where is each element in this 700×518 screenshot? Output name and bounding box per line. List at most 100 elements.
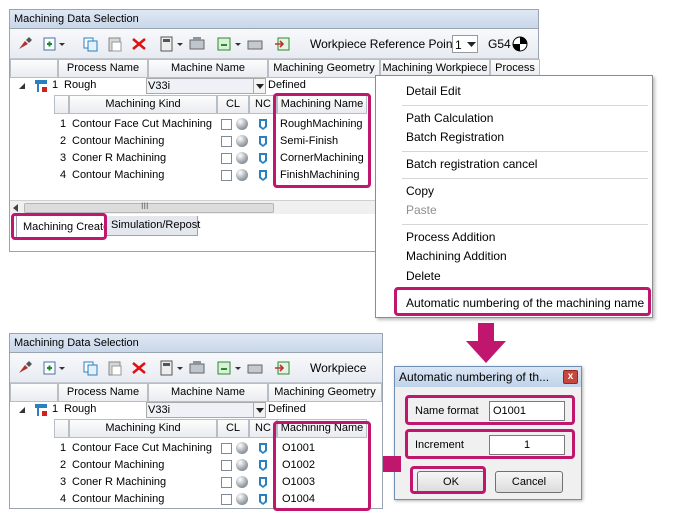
menu-separator: [402, 151, 648, 152]
process-icon: [35, 80, 47, 92]
machine-icon[interactable]: [188, 360, 206, 376]
process-row-name[interactable]: Rough: [64, 401, 96, 418]
dialog-close-button[interactable]: x: [563, 370, 578, 384]
scroll-left-icon[interactable]: [12, 204, 20, 212]
delete-icon[interactable]: [130, 36, 148, 52]
tab-simulation-repost-label: Simulation/Repost: [111, 219, 201, 231]
cl-checkbox[interactable]: [221, 460, 232, 471]
cl-checkbox[interactable]: [221, 477, 232, 488]
menu-item-batch-registration-cancel[interactable]: Batch registration cancel: [406, 157, 537, 171]
copy-icon[interactable]: [82, 360, 100, 376]
machining-kind: Contour Machining: [72, 459, 165, 471]
cl-checkbox[interactable]: [221, 119, 232, 130]
menu-item-machining-addition[interactable]: Machining Addition: [406, 249, 507, 263]
machine-icon[interactable]: [188, 36, 206, 52]
menu-item-detail-edit[interactable]: Detail Edit: [406, 84, 461, 98]
col-header-machine-name[interactable]: Machine Name: [148, 59, 268, 78]
top-toolbar: Workpiece Reference Point 1 G54: [10, 29, 538, 59]
dropdown-arrow-icon[interactable]: [176, 36, 184, 52]
cl-checkbox[interactable]: [221, 494, 232, 505]
col-header-machining-geometry[interactable]: Machining Geometry: [268, 59, 380, 78]
calculator-icon[interactable]: [158, 360, 176, 376]
workpiece-reference-select[interactable]: 1: [452, 35, 478, 53]
process-row-name[interactable]: Rough: [64, 77, 96, 94]
machine-select-value: V33i: [148, 80, 171, 92]
dropdown-arrow-icon[interactable]: [234, 360, 242, 376]
row-number: 2: [60, 135, 67, 147]
cl-checkbox[interactable]: [221, 170, 232, 181]
highlight-name-format-field: [405, 395, 575, 425]
brush-icon[interactable]: [16, 36, 34, 52]
row-number: 4: [60, 493, 67, 505]
menu-item-process-addition[interactable]: Process Addition: [406, 230, 495, 244]
collapse-arrow-icon[interactable]: [18, 82, 26, 90]
menu-item-paste[interactable]: Paste: [406, 203, 437, 217]
machine-select[interactable]: V33i: [146, 402, 266, 418]
cl-checkbox[interactable]: [221, 443, 232, 454]
dropdown-arrow-icon[interactable]: [58, 36, 66, 52]
col-header-process-name[interactable]: Process Name: [58, 59, 148, 78]
sub-header-cl[interactable]: CL: [217, 419, 249, 438]
cl-status-icon: [236, 476, 248, 488]
paste-icon[interactable]: [106, 36, 124, 52]
calculator-icon[interactable]: [158, 36, 176, 52]
highlight-machining-name-column: [273, 93, 371, 188]
machining-kind: Contour Face Cut Machining: [72, 442, 213, 454]
col-header-machining-geometry[interactable]: Machining Geometry: [268, 383, 382, 402]
highlight-machining-create-tab: [11, 213, 107, 240]
menu-item-path-calculation[interactable]: Path Calculation: [406, 111, 493, 125]
sub-header-row-selector: [54, 95, 69, 114]
nc-status-icon: [259, 170, 267, 181]
cl-checkbox[interactable]: [221, 136, 232, 147]
process-row-number: 1: [52, 79, 59, 91]
col-header-blank: [10, 59, 58, 78]
nc-status-icon: [259, 136, 267, 147]
sub-header-row-selector: [54, 419, 69, 438]
dropdown-arrow-icon[interactable]: [58, 360, 66, 376]
cancel-button[interactable]: Cancel: [495, 471, 563, 493]
menu-item-delete[interactable]: Delete: [406, 269, 441, 283]
process-row-number: 1: [52, 403, 59, 415]
machining-kind: Contour Machining: [72, 135, 165, 147]
delete-icon[interactable]: [130, 360, 148, 376]
cl-status-icon: [236, 118, 248, 130]
machine-select[interactable]: V33i: [146, 78, 266, 94]
col-header-machine-name[interactable]: Machine Name: [148, 383, 268, 402]
sub-header-machining-kind[interactable]: Machining Kind: [69, 95, 217, 114]
horizontal-scrollbar[interactable]: III: [10, 200, 380, 214]
dropdown-arrow-icon[interactable]: [234, 36, 242, 52]
menu-separator: [402, 105, 648, 106]
copy-icon[interactable]: [82, 36, 100, 52]
sub-header-cl[interactable]: CL: [217, 95, 249, 114]
workpiece-reference-label: Workpiece Reference Point: [310, 37, 456, 51]
paste-icon[interactable]: [106, 360, 124, 376]
menu-separator: [402, 178, 648, 179]
workpiece-icon[interactable]: [246, 360, 264, 376]
nc-status-icon: [259, 477, 267, 488]
chevron-down-icon: [253, 403, 265, 417]
dropdown-arrow-icon[interactable]: [176, 360, 184, 376]
collapse-arrow-icon[interactable]: [18, 406, 26, 414]
tab-simulation-repost[interactable]: Simulation/Repost: [106, 216, 201, 236]
machining-kind: Contour Face Cut Machining: [72, 118, 213, 130]
menu-item-copy[interactable]: Copy: [406, 184, 434, 198]
top-window-title: Machining Data Selection: [10, 10, 538, 29]
brush-icon[interactable]: [16, 360, 34, 376]
row-number: 1: [60, 118, 67, 130]
scroll-thumb[interactable]: III: [24, 201, 274, 213]
col-header-process-name[interactable]: Process Name: [58, 383, 148, 402]
export-icon[interactable]: [274, 36, 292, 52]
export-icon[interactable]: [274, 360, 292, 376]
process-row-geometry: Defined: [268, 79, 306, 91]
col-header-blank: [10, 383, 58, 402]
sub-header-machining-kind[interactable]: Machining Kind: [69, 419, 217, 438]
workpiece-icon[interactable]: [246, 36, 264, 52]
row-number: 2: [60, 459, 67, 471]
geometry-icon[interactable]: [216, 36, 234, 52]
cl-status-icon: [236, 459, 248, 471]
cl-checkbox[interactable]: [221, 153, 232, 164]
geometry-icon[interactable]: [216, 360, 234, 376]
menu-item-batch-registration[interactable]: Batch Registration: [406, 130, 504, 144]
scroll-thumb-grip: III: [141, 201, 149, 211]
nc-status-icon: [259, 460, 267, 471]
